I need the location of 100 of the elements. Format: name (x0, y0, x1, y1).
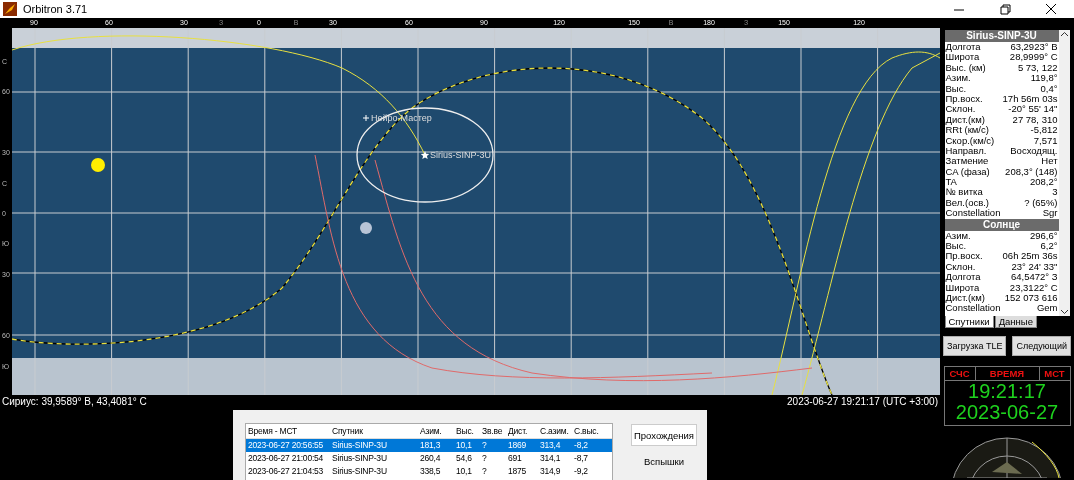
column-header[interactable]: Зв.ве (480, 425, 506, 437)
info-value: Sgr (1042, 208, 1058, 219)
info-label: Направл. (945, 145, 987, 157)
info-label: Азим. (945, 230, 971, 242)
table-cell-text: ? (481, 466, 488, 477)
table-cell-text: 338,5 (419, 466, 442, 477)
info-value: 23,3122° С (1009, 282, 1058, 293)
table-cell-text: 2023-06-27 21:00:54 (247, 453, 325, 464)
table-cell-text: 260,4 (419, 453, 442, 464)
table-cell-text: 314,1 (539, 453, 562, 464)
button[interactable]: Загрузка TLE (943, 336, 1007, 356)
column-header[interactable]: С.выс. (572, 425, 604, 437)
column-header[interactable]: Азим. (418, 425, 454, 437)
table-cell-text: -8,2 (573, 440, 589, 451)
info-label: Constellation (945, 303, 1001, 314)
tab[interactable]: Данные (994, 316, 1037, 328)
tab[interactable]: Вспышки (631, 450, 697, 472)
info-value: 0,4° (1040, 83, 1058, 94)
table-cell-text: 10,1 (455, 466, 473, 477)
button[interactable]: Следующий (1012, 336, 1071, 356)
clock-label: СЧС (944, 367, 976, 380)
column-header[interactable]: Время - МСТ (246, 425, 330, 437)
info-value: Нет (1041, 156, 1058, 167)
table-cell-text: ? (481, 440, 488, 451)
table-cell-text: ? (481, 453, 488, 464)
table-cell-text: 314,9 (539, 466, 562, 477)
section-header: Sirius-SINP-3U (944, 30, 1059, 42)
info-label: Долгота (945, 272, 981, 283)
table-cell-text: 54,6 (455, 453, 473, 464)
table-cell-text: 691 (507, 453, 523, 464)
info-value: 06h 25m 36s (1002, 251, 1058, 262)
table-cell-text: -8,7 (573, 453, 589, 464)
table-cell-text: Sirius-SINP-3U (331, 453, 388, 464)
table-cell-text: 1875 (507, 466, 528, 477)
info-label: Широта (945, 282, 980, 293)
info-value: 17h 56m 03s (1002, 93, 1058, 105)
position-readout: Сириус: 39,9589° В, 43,4081° С (2, 396, 147, 408)
info-label: Дист.(км) (945, 293, 985, 304)
info-label: Выс. (945, 83, 967, 94)
info-label: Склон. (945, 104, 976, 115)
marker-label: Sirius-SINP-3U (430, 149, 491, 160)
table-cell-text: -9,2 (573, 466, 589, 477)
info-value: -5,812 (1030, 125, 1058, 136)
clock-label: ВРЕМЯ (975, 367, 1040, 380)
table-cell-text: Sirius-SINP-3U (331, 466, 388, 477)
info-value: 7,571 (1033, 135, 1058, 146)
app-icon (3, 2, 17, 16)
table-cell-text: 1869 (507, 440, 528, 451)
table-row[interactable]: 2023-06-27 20:56:55 Sirius-SINP-3U 181,3 10,1 ? 1869 313,4 -8,2 (246, 439, 612, 452)
info-label: TA (945, 177, 957, 188)
table-row[interactable]: 2023-06-27 21:04:53 Sirius-SINP-3U 338,5 10,1 ? 1875 314,9 -9,2 (246, 465, 612, 478)
chevron-up-icon[interactable] (1059, 30, 1069, 39)
info-label: Азим. (945, 73, 971, 84)
info-label: Выс. (км) (945, 62, 986, 74)
column-header[interactable]: Выс. (454, 425, 480, 437)
table-row[interactable]: 2023-06-27 21:00:54 Sirius-SINP-3U 260,4 54,6 ? 691 314,1 -8,7 (246, 452, 612, 465)
info-value: 3 (1052, 187, 1058, 198)
info-label: Затмение (945, 156, 989, 167)
column-header[interactable]: Спутник (330, 425, 418, 437)
info-value: Восходящ. (1010, 145, 1058, 157)
table-cell-text: 10,1 (455, 440, 473, 451)
info-value: -20° 55' 14" (1008, 104, 1058, 115)
star-icon (420, 150, 430, 159)
info-value: 208,2° (1029, 177, 1058, 188)
info-value: 5 73, 122 (1017, 62, 1058, 74)
table-cell-text: 313,4 (539, 440, 562, 451)
info-value: 64,5472° З (1010, 272, 1058, 283)
sun-icon (91, 157, 105, 172)
section-header: Солнце (944, 218, 1059, 231)
column-header[interactable]: С.азим. (538, 425, 572, 437)
clock-date: 2023-06-27 (954, 402, 1060, 423)
info-label: Скор.(км/с) (945, 135, 995, 146)
tab[interactable]: Прохождения (631, 424, 697, 446)
info-label: Пр.восх. (945, 93, 983, 105)
info-value: 28,9999° С (1009, 52, 1058, 63)
chevron-down-icon[interactable] (1059, 307, 1069, 316)
info-label: Склон. (945, 261, 976, 273)
info-label: RRt (км/с) (945, 125, 989, 136)
info-value: 296,6° (1029, 230, 1058, 242)
info-label: Пр.восх. (945, 251, 983, 262)
tab[interactable]: Спутники (944, 316, 994, 328)
info-value: 27 78, 310 (1012, 114, 1058, 126)
info-value: 119,8° (1030, 73, 1058, 84)
info-label: Долгота (945, 42, 981, 53)
info-value: 6,2° (1040, 241, 1058, 252)
info-label: № витка (945, 187, 983, 198)
table-cell-text: 2023-06-27 20:56:55 (247, 440, 325, 451)
info-label: CA (фаза) (945, 166, 990, 178)
column-header[interactable]: Дист. (506, 425, 538, 437)
info-label: Constellation (945, 208, 1001, 219)
info-value: 23° 24' 33" (1011, 261, 1058, 273)
info-label: Выс. (945, 241, 967, 252)
info-value: 208,3° (148) (1005, 166, 1058, 178)
table-cell-text: Sirius-SINP-3U (331, 440, 388, 451)
info-label: Широта (945, 52, 980, 63)
info-label: Дист.(км) (945, 114, 985, 126)
info-label: Вел.(осв.) (945, 197, 990, 209)
scrollbar[interactable] (1058, 30, 1070, 316)
clock-label: МСТ (1043, 367, 1066, 380)
table-cell-text: 181,3 (419, 440, 442, 451)
